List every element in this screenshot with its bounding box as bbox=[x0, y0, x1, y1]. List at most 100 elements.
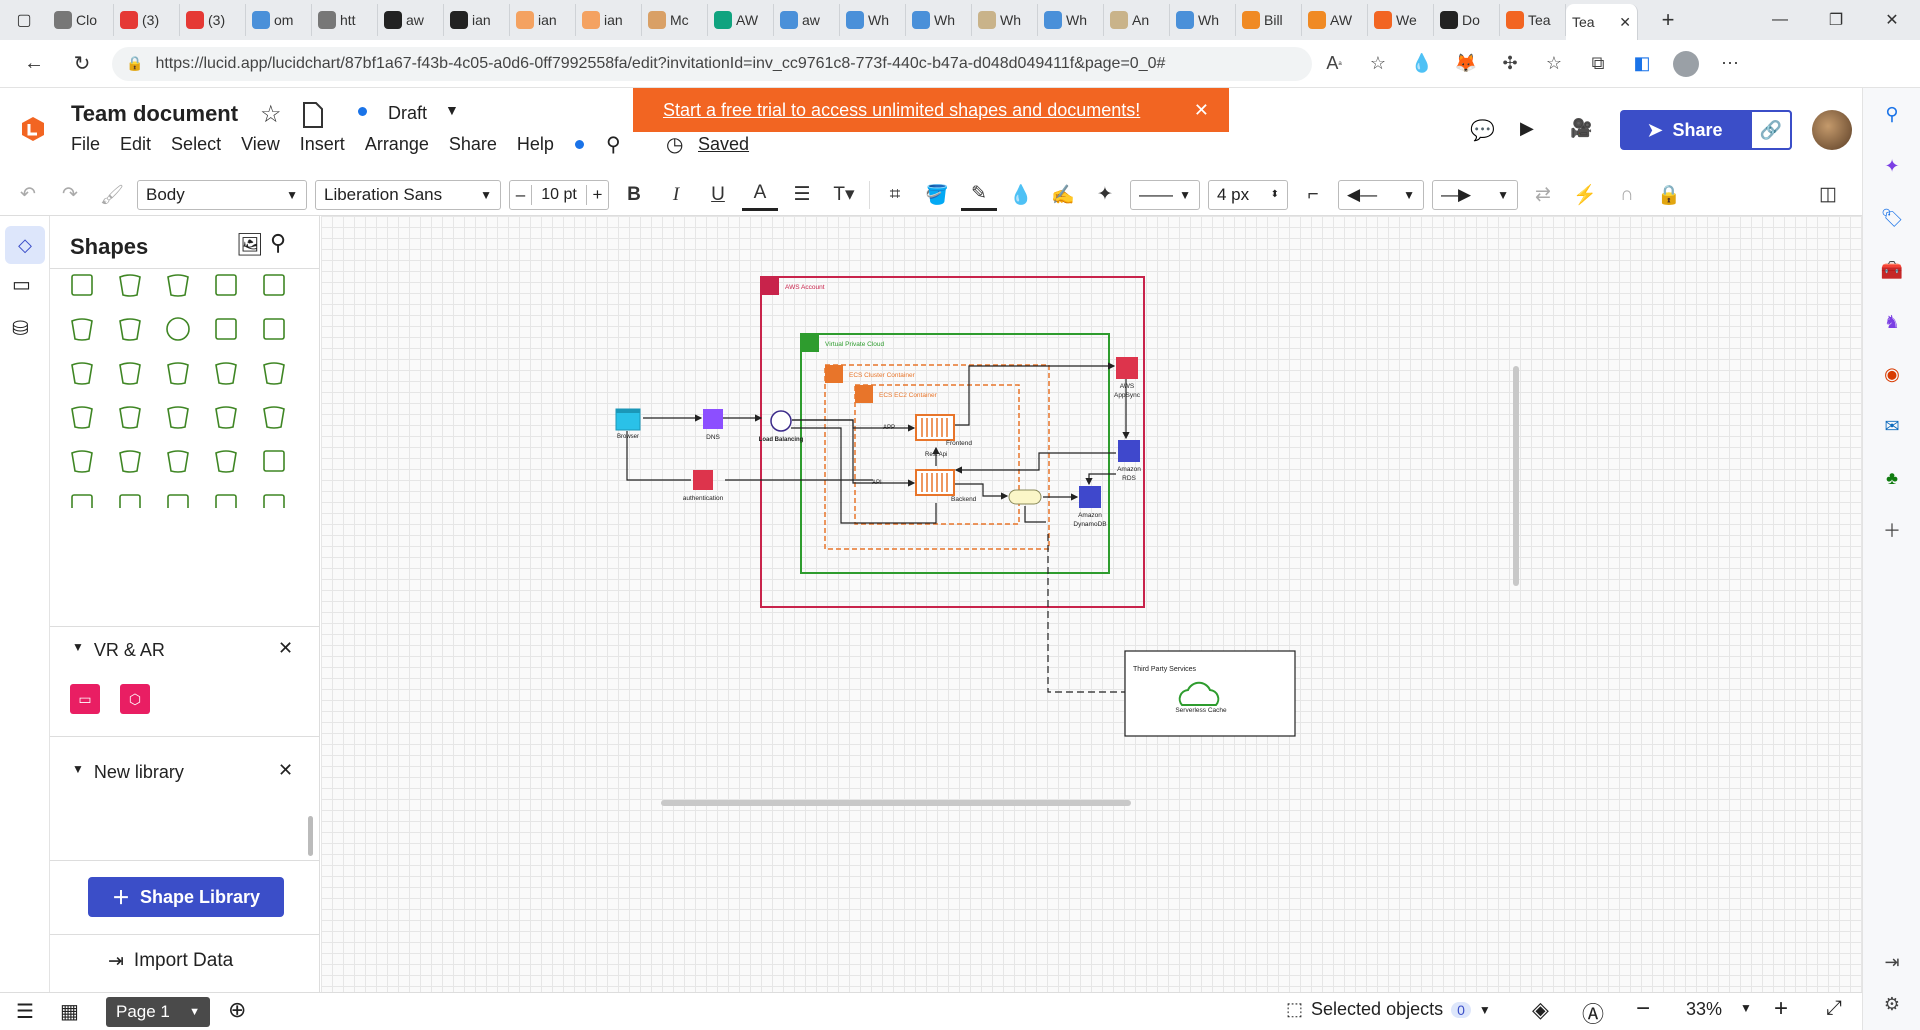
office-icon[interactable]: ◉ bbox=[1863, 348, 1920, 400]
import-data-button[interactable]: ⇥ Import Data bbox=[108, 950, 233, 973]
underline-icon[interactable]: U bbox=[700, 179, 736, 211]
bold-icon[interactable]: B bbox=[616, 179, 652, 211]
browser-tab[interactable]: ian bbox=[510, 4, 576, 36]
browser-tab[interactable]: (3) bbox=[180, 4, 246, 36]
zoom-level[interactable]: 33% bbox=[1686, 999, 1722, 1020]
text-options-icon[interactable]: T▾ bbox=[826, 179, 862, 211]
aws-shape-icon[interactable] bbox=[65, 356, 99, 390]
aws-shape-icon[interactable] bbox=[65, 268, 99, 302]
share-button[interactable]: ➤ Share 🔗 bbox=[1620, 110, 1792, 150]
browser-tab[interactable]: An bbox=[1104, 4, 1170, 36]
outlook-icon[interactable]: ✉ bbox=[1863, 400, 1920, 452]
metamask-icon[interactable]: 🦊 bbox=[1444, 44, 1488, 84]
redo-icon[interactable]: ↷ bbox=[52, 179, 88, 211]
close-banner-icon[interactable]: ✕ bbox=[1194, 100, 1209, 121]
data-tab-icon[interactable]: ⛁ bbox=[12, 316, 29, 341]
swap-arrows-icon[interactable]: ⇄ bbox=[1525, 179, 1561, 211]
start-arrow-select[interactable]: ◀— ▼ bbox=[1338, 179, 1424, 210]
close-tab-icon[interactable]: ✕ bbox=[1619, 14, 1631, 31]
selected-objects[interactable]: ⬚ Selected objects 0 ▼ bbox=[1286, 999, 1491, 1020]
browser-tab[interactable]: AW bbox=[1302, 4, 1368, 36]
new-library-section-header[interactable]: ▼ New library bbox=[72, 762, 184, 783]
extensions-icon[interactable]: ✣ bbox=[1488, 44, 1532, 84]
aws-shape-icon[interactable] bbox=[257, 400, 291, 434]
menu-file[interactable]: File bbox=[71, 134, 100, 155]
add-page-icon[interactable]: ⊕ bbox=[228, 997, 246, 1023]
favorites-icon[interactable]: ☆ bbox=[1532, 44, 1576, 84]
browser-tab[interactable]: Wh bbox=[906, 4, 972, 36]
dns-node-icon[interactable] bbox=[703, 409, 723, 429]
auth-node-icon[interactable] bbox=[693, 470, 713, 490]
browser-tab[interactable]: AW bbox=[708, 4, 774, 36]
dynamodb-node-icon[interactable] bbox=[1079, 486, 1101, 508]
aws-shape-icon[interactable] bbox=[113, 444, 147, 478]
browser-tab[interactable]: ian bbox=[576, 4, 642, 36]
collections-icon[interactable]: ⧉ bbox=[1576, 44, 1620, 84]
draft-dropdown-icon[interactable]: ▼ bbox=[445, 102, 459, 118]
fit-screen-icon[interactable]: ⤢ bbox=[1826, 997, 1842, 1020]
page-list-icon[interactable]: ☰ bbox=[16, 999, 34, 1024]
aws-shape-icon[interactable] bbox=[161, 312, 195, 346]
add-sidebar-app-icon[interactable]: ＋ bbox=[1863, 504, 1920, 556]
aws-shape-icon[interactable] bbox=[65, 400, 99, 434]
aws-shape-icon[interactable] bbox=[209, 488, 243, 508]
aws-shape-icon[interactable] bbox=[113, 400, 147, 434]
browser-tab[interactable]: Tea bbox=[1500, 4, 1566, 36]
shapes-tab-icon[interactable]: ◇ bbox=[5, 226, 45, 264]
draft-status[interactable]: Draft bbox=[388, 103, 427, 124]
menu-share[interactable]: Share bbox=[449, 134, 497, 155]
history-icon[interactable]: ◷ bbox=[666, 132, 683, 157]
explore-icon[interactable]: Ⓐ bbox=[1582, 997, 1604, 1029]
italic-icon[interactable]: I bbox=[658, 179, 694, 211]
panel-toggle-icon[interactable]: ◫ bbox=[1810, 179, 1846, 211]
page-tab-dropdown-icon[interactable]: ▼ bbox=[189, 1006, 200, 1018]
shape-library-button[interactable]: ＋ Shape Library bbox=[88, 877, 284, 917]
minimize-button[interactable]: — bbox=[1752, 0, 1808, 40]
reload-icon[interactable]: ↻ bbox=[62, 44, 102, 84]
browser-tab[interactable]: ian bbox=[444, 4, 510, 36]
page-grid-icon[interactable]: ▦ bbox=[60, 999, 79, 1024]
browser-tab[interactable]: Wh bbox=[1170, 4, 1236, 36]
canvas-horizontal-scrollbar[interactable] bbox=[661, 800, 1131, 806]
vr-headset-shape-icon[interactable]: ▭ bbox=[70, 684, 100, 714]
document-icon[interactable] bbox=[302, 102, 324, 128]
search-icon[interactable]: ⚲ bbox=[270, 230, 286, 256]
aws-shape-icon[interactable] bbox=[209, 312, 243, 346]
cache-node[interactable] bbox=[1008, 489, 1042, 505]
browser-tab[interactable]: Wh bbox=[1038, 4, 1104, 36]
frontend-to-appsync-connector[interactable] bbox=[954, 362, 1116, 426]
line-style-select[interactable]: —— ▼ bbox=[1130, 179, 1200, 210]
fill-color-icon[interactable]: 🪣 bbox=[919, 179, 955, 211]
aws-shape-icon[interactable] bbox=[113, 488, 147, 508]
read-aloud-icon[interactable]: Aᵃ bbox=[1312, 44, 1356, 84]
settings-icon[interactable]: ⚙ bbox=[1863, 978, 1920, 1030]
browser-tab[interactable]: (3) bbox=[114, 4, 180, 36]
image-search-icon[interactable]: 🖼 bbox=[236, 232, 264, 258]
edge-sidebar-toggle-icon[interactable]: ◧ bbox=[1620, 44, 1664, 84]
format-painter-icon[interactable]: 🖌 bbox=[94, 179, 130, 211]
tree-icon[interactable]: ♣ bbox=[1863, 452, 1920, 504]
frontend-container-icon[interactable] bbox=[915, 414, 955, 441]
aws-shape-icon[interactable] bbox=[161, 268, 195, 302]
aws-shape-icon[interactable] bbox=[257, 268, 291, 302]
diagram-canvas[interactable]: AWS Account Virtual Private Cloud ECS Cl… bbox=[321, 216, 1862, 992]
video-call-icon[interactable]: 🎥 bbox=[1570, 118, 1592, 139]
lock-shape-icon[interactable]: 🔒 bbox=[1651, 179, 1687, 211]
shape-options-icon[interactable]: ⌗ bbox=[877, 179, 913, 211]
lb-to-backend-connector[interactable] bbox=[792, 419, 916, 487]
aws-shape-icon[interactable] bbox=[65, 312, 99, 346]
zoom-dropdown-icon[interactable]: ▼ bbox=[1740, 1001, 1752, 1015]
aws-shape-icon[interactable] bbox=[161, 444, 195, 478]
line-width-stepper[interactable]: 4 px ⬍ bbox=[1208, 179, 1288, 210]
browser-tab[interactable]: Bill bbox=[1236, 4, 1302, 36]
selected-dropdown-icon[interactable]: ▼ bbox=[1479, 1003, 1491, 1017]
canvas-vertical-scrollbar[interactable] bbox=[1513, 366, 1519, 586]
aws-shape-icon[interactable] bbox=[209, 400, 243, 434]
load-balancer-node-icon[interactable] bbox=[770, 410, 792, 432]
aws-shape-icon[interactable] bbox=[161, 356, 195, 390]
document-title[interactable]: Team document bbox=[71, 101, 238, 127]
aws-shape-icon[interactable] bbox=[65, 488, 99, 508]
font-size-stepper[interactable]: – 10 pt + bbox=[509, 179, 609, 210]
extension-drop-icon[interactable]: 💧 bbox=[1400, 44, 1444, 84]
end-arrow-select[interactable]: —▶ ▼ bbox=[1432, 179, 1518, 210]
